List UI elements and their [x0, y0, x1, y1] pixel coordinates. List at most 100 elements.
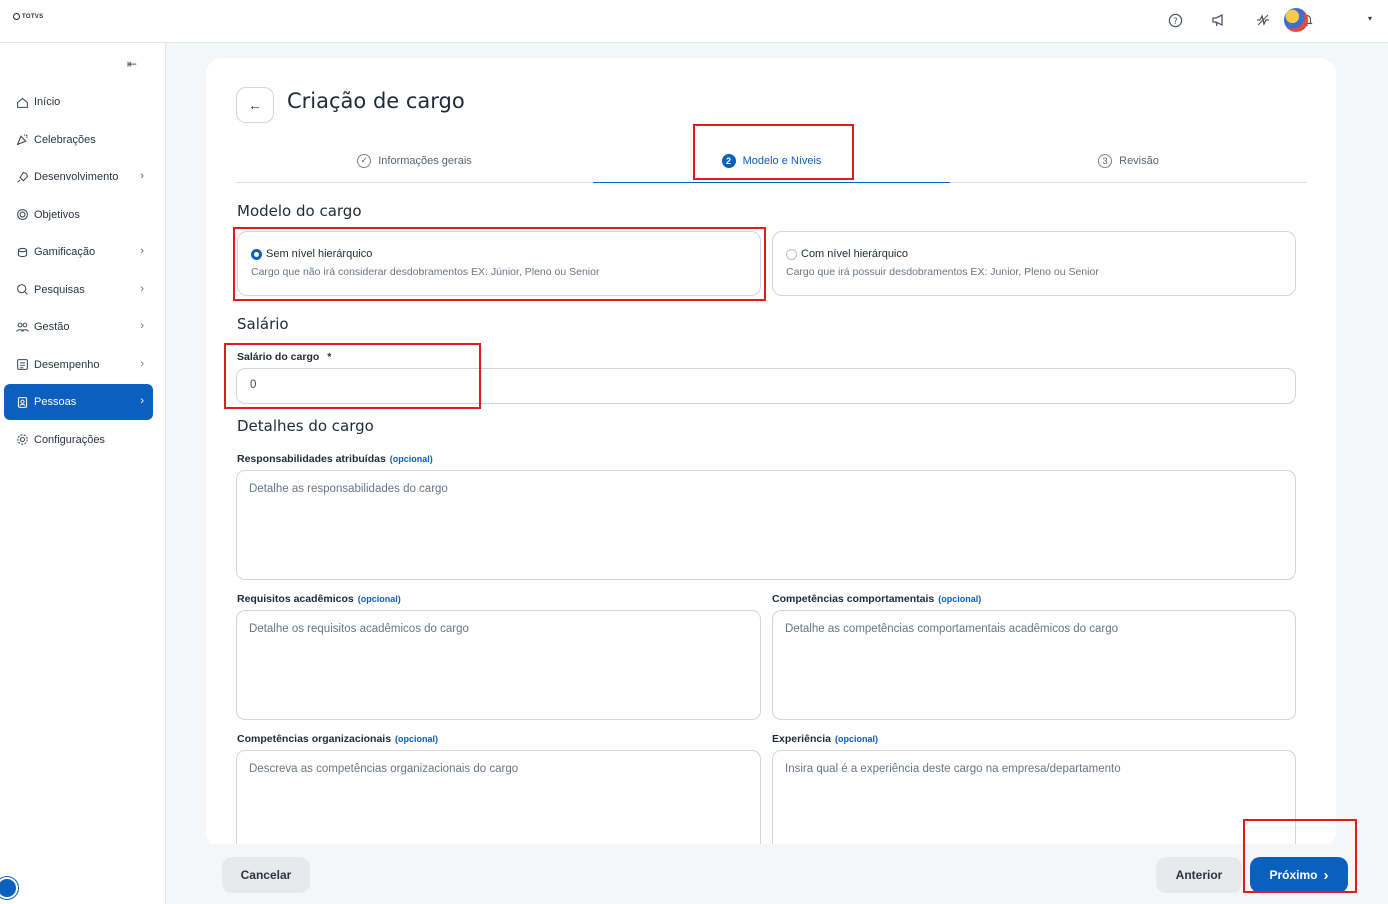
optional-tag: (opcional)	[389, 454, 433, 464]
option-desc: Cargo que não irá considerar desdobramen…	[251, 266, 600, 278]
logo-ring-icon	[13, 13, 20, 20]
footer-actions: Cancelar Anterior Próximo ›	[166, 844, 1388, 904]
step-number: 3	[1098, 153, 1113, 168]
chevron-right-icon: ›	[140, 320, 144, 332]
label-text: Requisitos acadêmicos	[237, 593, 354, 605]
salario-label: Salário do cargo *	[237, 351, 331, 363]
search-icon	[15, 283, 29, 297]
sidebar-item-label: Início	[34, 96, 61, 108]
required-mark: *	[327, 351, 332, 363]
cancel-button[interactable]: Cancelar	[222, 857, 310, 893]
placeholder: Detalhe as responsabilidades do cargo	[249, 483, 448, 495]
sidebar-item-label: Desempenho	[34, 358, 100, 371]
home-icon	[15, 95, 29, 109]
chevron-right-icon: ›	[140, 395, 144, 407]
check-icon: ✓	[357, 153, 372, 168]
sidebar: ⇤ Início Celebrações Desenvolvimento › O…	[0, 43, 166, 904]
sidebar-item-label: Configurações	[34, 433, 105, 446]
placeholder: Detalhe as competências comportamentais …	[785, 623, 1119, 635]
avatar[interactable]	[1284, 8, 1308, 32]
step-modelo-e-niveis[interactable]: 2 Modelo e Níveis	[593, 139, 950, 183]
option-label: Com nível hierárquico	[801, 248, 908, 260]
step-revisao[interactable]: 3 Revisão	[950, 139, 1307, 182]
comportamentais-textarea[interactable]: Detalhe as competências comportamentais …	[772, 610, 1296, 720]
optional-tag: (opcional)	[357, 594, 401, 604]
people-icon	[15, 320, 29, 334]
sidebar-item-label: Pesquisas	[34, 283, 85, 296]
sidebar-item-objetivos[interactable]: Objetivos	[4, 197, 153, 233]
gear-icon	[15, 433, 29, 447]
sidebar-item-label: Gestão	[34, 321, 70, 333]
totvs-logo[interactable]: TOTVS	[13, 13, 43, 20]
radio-selected[interactable]	[251, 248, 262, 260]
organizacionais-textarea[interactable]: Descreva as competências organizacionais…	[236, 750, 761, 848]
badge-icon	[15, 395, 29, 409]
back-button[interactable]: ←	[236, 87, 274, 123]
logo-text: TOTVS	[22, 13, 44, 20]
top-bar: TOTVS ? ▾	[0, 0, 1388, 43]
requisitos-label: Requisitos acadêmicos (opcional)	[237, 593, 401, 605]
comportamentais-label: Competências comportamentais (opcional)	[772, 593, 981, 605]
label-text: Experiência	[772, 733, 831, 745]
target-icon	[15, 208, 29, 222]
step-label: Modelo e Níveis	[742, 154, 822, 167]
checklist-icon	[15, 358, 29, 372]
sidebar-item-inicio[interactable]: Início	[4, 84, 153, 120]
chevron-right-icon: ›	[140, 170, 144, 182]
sidebar-item-gamificacao[interactable]: Gamificação ›	[4, 234, 153, 270]
help-chat-icon[interactable]	[0, 877, 18, 899]
rocket-icon	[15, 170, 29, 184]
sidebar-nav: Início Celebrações Desenvolvimento › Obj…	[4, 84, 153, 459]
option-label: Sem nível hierárquico	[266, 248, 373, 260]
sidebar-item-celebracoes[interactable]: Celebrações	[4, 122, 153, 158]
label-text: Competências comportamentais	[772, 593, 935, 605]
chevron-right-icon: ›	[140, 245, 144, 257]
optional-tag: (opcional)	[395, 734, 439, 744]
section-title-modelo: Modelo do cargo	[237, 202, 362, 220]
chevron-right-icon: ›	[140, 357, 144, 370]
sidebar-item-label: Desenvolvimento	[34, 171, 119, 183]
option-com-nivel[interactable]: Com nível hierárquico Cargo que irá poss…	[772, 231, 1296, 296]
requisitos-textarea[interactable]: Detalhe os requisitos acadêmicos do carg…	[236, 610, 761, 720]
main-area: ← Criação de cargo ✓ Informações gerais …	[166, 43, 1388, 904]
help-icon[interactable]: ?	[1164, 9, 1186, 31]
chevron-right-icon: ›	[140, 282, 144, 295]
sidebar-item-pesquisas[interactable]: Pesquisas ›	[4, 272, 153, 308]
coins-icon	[15, 245, 29, 259]
placeholder: Detalhe os requisitos acadêmicos do carg…	[249, 623, 469, 635]
organizacionais-label: Competências organizacionais (opcional)	[237, 733, 438, 745]
experiencia-textarea[interactable]: Insira qual é a experiência deste cargo …	[772, 750, 1296, 848]
sidebar-item-desenvolvimento[interactable]: Desenvolvimento ›	[4, 159, 153, 195]
sidebar-item-label: Objetivos	[34, 208, 80, 221]
responsabilidades-textarea[interactable]: Detalhe as responsabilidades do cargo	[236, 470, 1296, 580]
next-button[interactable]: Próximo ›	[1250, 857, 1348, 893]
step-number: 2	[721, 153, 736, 168]
sidebar-item-gestao[interactable]: Gestão ›	[4, 309, 153, 345]
optional-tag: (opcional)	[834, 734, 878, 744]
sidebar-item-label: Celebrações	[34, 133, 96, 146]
chevron-right-icon: ›	[1323, 866, 1329, 884]
previous-button[interactable]: Anterior	[1156, 857, 1242, 893]
section-title-detalhes: Detalhes do cargo	[237, 417, 374, 435]
option-sem-nivel[interactable]: Sem nível hierárquico Cargo que não irá …	[237, 231, 761, 296]
chevron-down-icon[interactable]: ▾	[1368, 14, 1372, 23]
placeholder: Descreva as competências organizacionais…	[249, 763, 519, 775]
sidebar-item-pessoas[interactable]: Pessoas ›	[4, 384, 153, 420]
radio-unselected[interactable]	[786, 248, 797, 260]
sidebar-item-configuracoes[interactable]: Configurações	[4, 422, 153, 458]
stepper: ✓ Informações gerais 2 Modelo e Níveis 3…	[236, 139, 1307, 183]
sidebar-item-label: Gamificação	[34, 246, 96, 258]
sidebar-item-label: Pessoas	[34, 396, 77, 408]
sidebar-item-desempenho[interactable]: Desempenho ›	[4, 347, 153, 383]
label-text: Competências organizacionais	[237, 733, 392, 745]
collapse-sidebar-icon[interactable]: ⇤	[127, 57, 137, 71]
placeholder: Insira qual é a experiência deste cargo …	[785, 763, 1121, 775]
next-label: Próximo	[1269, 868, 1318, 882]
megaphone-icon[interactable]	[1208, 9, 1230, 31]
step-informacoes-gerais[interactable]: ✓ Informações gerais	[236, 139, 593, 182]
step-label: Revisão	[1119, 154, 1159, 167]
feed-icon[interactable]	[1252, 9, 1274, 31]
step-label: Informações gerais	[378, 154, 472, 167]
label-text: Responsabilidades atribuídas	[237, 453, 386, 465]
salario-input[interactable]: 0	[236, 368, 1296, 404]
